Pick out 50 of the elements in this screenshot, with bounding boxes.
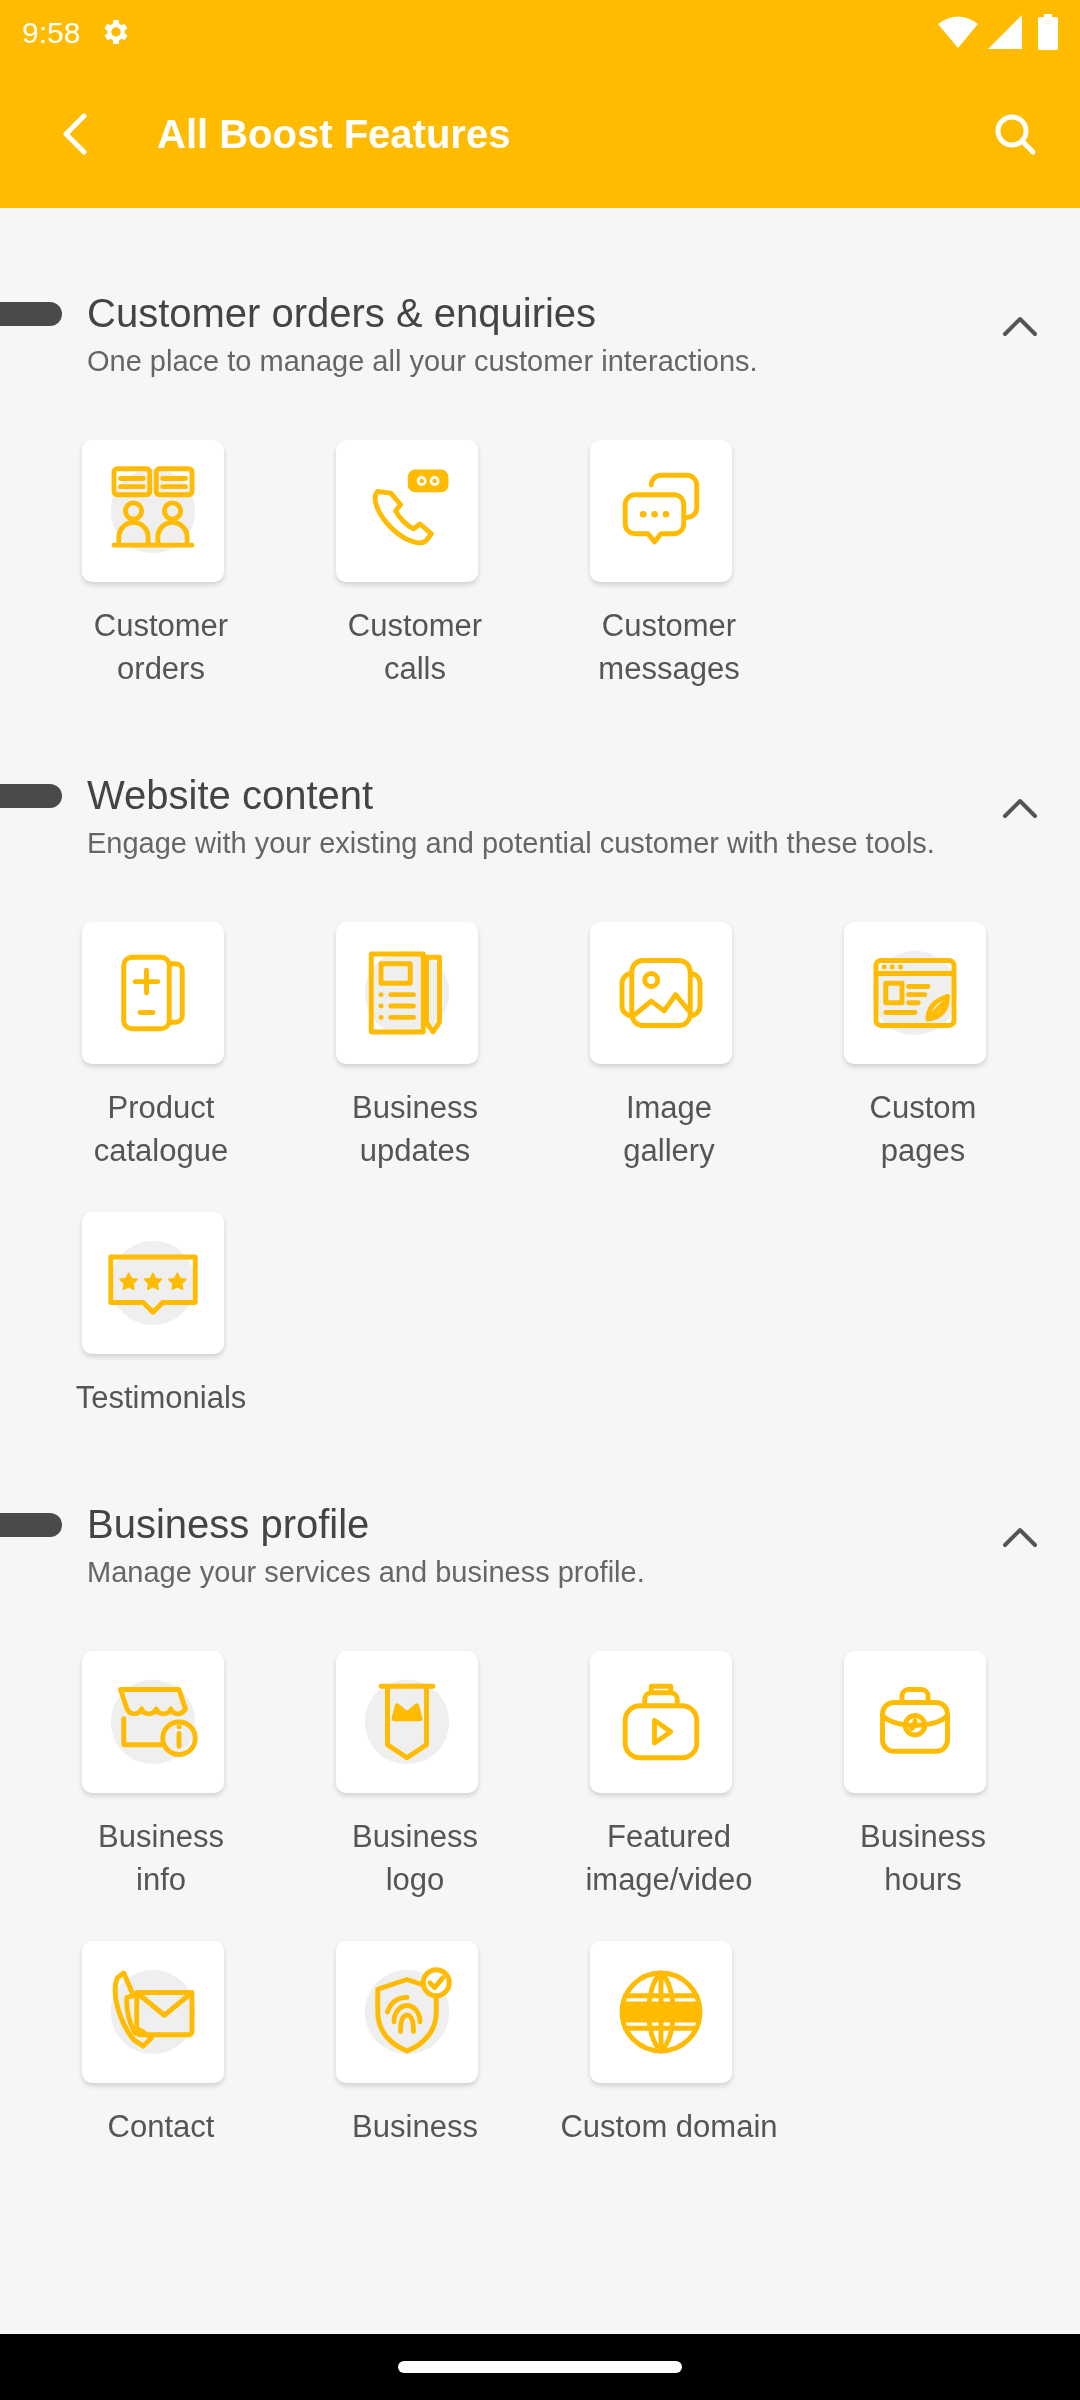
feature-tile[interactable] (82, 1651, 224, 1793)
feature-label: Image gallery (623, 1089, 715, 1170)
feature-tile[interactable] (844, 1651, 986, 1793)
section-title: Website content (87, 772, 375, 819)
feature-tile[interactable] (590, 922, 732, 1064)
feature-tile[interactable] (590, 1651, 732, 1793)
chevron-up-icon (1002, 1526, 1038, 1548)
wifi-icon (938, 15, 978, 49)
section-marker (0, 1513, 62, 1537)
feature-tile[interactable] (590, 1941, 732, 2083)
feature-tile[interactable] (336, 440, 478, 582)
feature-tile[interactable] (82, 440, 224, 582)
section-subtitle: Engage with your existing and potential customer with these tools. (87, 826, 936, 861)
feature-label: Product catalogue (93, 1089, 229, 1170)
section-subtitle: Manage your services and business profile. (87, 1555, 646, 1590)
chevron-up-icon (1002, 797, 1038, 819)
feature-label: Business logo (352, 1818, 478, 1899)
feature-label: Customer calls (347, 607, 483, 688)
feature-tile[interactable] (844, 922, 986, 1064)
feature-tile[interactable] (336, 922, 478, 1064)
section-title: Business profile (87, 1501, 371, 1548)
signal-icon (988, 15, 1022, 49)
feature-label: Contact (107, 2108, 215, 2146)
feature-label: Business (352, 2108, 478, 2146)
battery-icon (1038, 14, 1058, 50)
status-time: 9:58 (22, 14, 81, 51)
feature-tile[interactable] (82, 922, 224, 1064)
section-marker (0, 784, 62, 808)
section-subtitle: One place to manage all your customer interactions. (87, 344, 759, 379)
feature-label: Custom domain (560, 2108, 778, 2146)
chevron-up-icon (1002, 315, 1038, 337)
feature-tile[interactable] (336, 1651, 478, 1793)
back-icon (60, 113, 90, 155)
feature-label: Featured image/video (585, 1818, 753, 1899)
page-title: All Boost Features (157, 111, 511, 158)
feature-tile[interactable] (82, 1941, 224, 2083)
feature-tile[interactable] (82, 1212, 224, 1354)
feature-label: Business hours (860, 1818, 986, 1899)
section-marker (0, 302, 62, 326)
home-indicator[interactable] (398, 2361, 682, 2373)
feature-tile[interactable] (590, 440, 732, 582)
feature-label: Testimonials (75, 1379, 247, 1417)
feature-label: Customer orders (93, 607, 229, 688)
feature-tile[interactable] (336, 1941, 478, 2083)
feature-label: Custom pages (869, 1089, 977, 1170)
feature-label: Customer messages (598, 607, 740, 688)
section-title: Customer orders & enquiries (87, 290, 598, 337)
search-icon (993, 112, 1037, 156)
feature-label: Business updates (352, 1089, 478, 1170)
feature-label: Business info (98, 1818, 224, 1899)
